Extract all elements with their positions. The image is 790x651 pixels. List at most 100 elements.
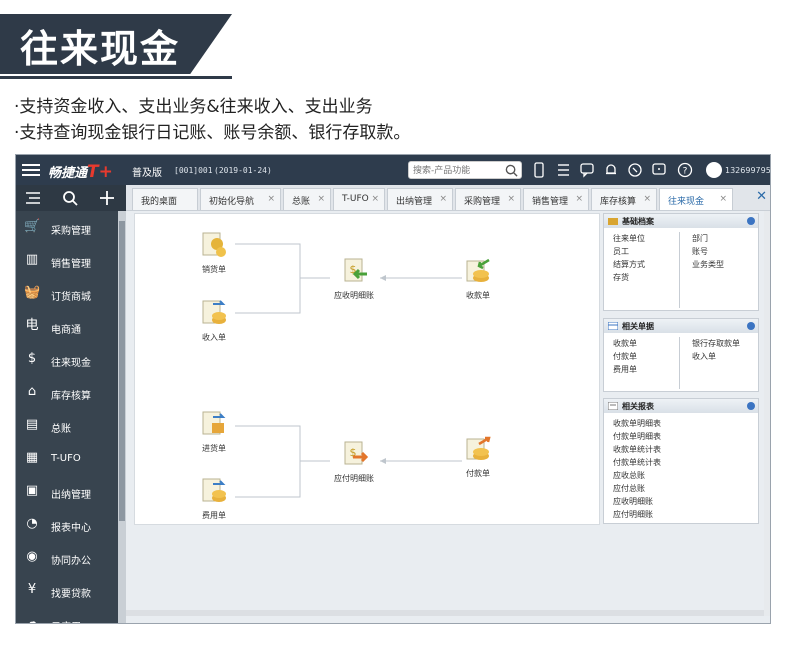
- sidebar-item[interactable]: 🛒 采购管理: [16, 211, 118, 244]
- sidebar-item[interactable]: ¥ 找要贷款: [16, 574, 118, 607]
- panel-link[interactable]: 往来单位: [613, 233, 645, 244]
- expense-order-node[interactable]: 费用单: [184, 476, 244, 521]
- purchase-order-node[interactable]: 进货单: [184, 409, 244, 454]
- sidebar-item[interactable]: ◉ 协同办公: [16, 541, 118, 574]
- message-icon[interactable]: [579, 162, 595, 178]
- avatar[interactable]: [706, 162, 722, 178]
- help-icon[interactable]: [747, 402, 755, 410]
- tab[interactable]: 往来现金 ×: [659, 188, 733, 210]
- sidebar-item[interactable]: 🧺 订货商城: [16, 277, 118, 310]
- panel-link[interactable]: 员工: [613, 246, 629, 257]
- panel-link[interactable]: 收款单: [613, 338, 637, 349]
- sidebar-item[interactable]: ▤ 总账: [16, 409, 118, 442]
- tab[interactable]: 初始化导航 ×: [200, 188, 281, 210]
- close-icon[interactable]: ×: [575, 194, 583, 204]
- panel-link[interactable]: 结算方式: [613, 259, 645, 270]
- tab[interactable]: 采购管理 ×: [455, 188, 521, 210]
- report-link[interactable]: 应收明细账: [613, 496, 653, 507]
- add-icon[interactable]: [98, 189, 116, 207]
- panel-link[interactable]: 费用单: [613, 364, 637, 375]
- receipt-order-node[interactable]: 收款单: [448, 256, 508, 301]
- panel-link[interactable]: 付款单: [613, 351, 637, 362]
- payable-detail-node[interactable]: $ 应付明细账: [324, 439, 384, 484]
- receipt-order-icon: [466, 258, 490, 282]
- income-order-node[interactable]: 收入单: [184, 298, 244, 343]
- svg-text:?: ?: [683, 167, 688, 177]
- sidebar-scrollbar[interactable]: [118, 211, 126, 623]
- close-icon[interactable]: ×: [507, 194, 515, 204]
- list-icon[interactable]: [555, 162, 571, 178]
- mobile-icon[interactable]: [531, 162, 547, 178]
- close-icon[interactable]: ×: [439, 194, 447, 204]
- tab-label: 销售管理: [532, 197, 569, 207]
- sidebar-item[interactable]: 电 电商通: [16, 310, 118, 343]
- sidebar-item[interactable]: $ 往来现金: [16, 343, 118, 376]
- flow-diagram: 销货单 收入单 $ 应收明细账 收款单 进货单 费用单 $ 应付明细账 付款单: [134, 213, 600, 525]
- tab[interactable]: 销售管理 ×: [523, 188, 589, 210]
- panel-link[interactable]: 银行存取款单: [692, 338, 740, 349]
- help-icon[interactable]: [747, 217, 755, 225]
- close-icon[interactable]: ×: [267, 194, 275, 204]
- tab-label: 初始化导航: [209, 197, 255, 207]
- report-link[interactable]: 应付明细账: [613, 509, 653, 520]
- panel-link[interactable]: 业务类型: [692, 259, 724, 270]
- chat-icon[interactable]: [651, 162, 667, 178]
- tab[interactable]: 总账 ×: [283, 188, 331, 210]
- search-input[interactable]: [413, 164, 503, 178]
- panel-header: 相关报表: [604, 399, 758, 413]
- close-all-icon[interactable]: ✕: [756, 189, 767, 204]
- panel-link[interactable]: 存货: [613, 272, 629, 283]
- tab[interactable]: 我的桌面: [132, 188, 198, 210]
- top-bar: 畅捷通T+ 普及版 [001]001 (2019-01-24) ? 132699…: [16, 155, 770, 185]
- report-link[interactable]: 应收总账: [613, 470, 645, 481]
- payment-order-icon: [466, 436, 491, 460]
- sidebar-item[interactable]: ⌂ 库存核算: [16, 376, 118, 409]
- warehouse-icon: ⌂: [27, 384, 37, 399]
- banner-title: 往来现金: [20, 27, 181, 71]
- sales-order-node[interactable]: 销货单: [184, 230, 244, 275]
- close-icon[interactable]: ×: [371, 194, 379, 204]
- sidebar-item-label: 库存核算: [51, 391, 91, 402]
- bell-icon[interactable]: [603, 162, 619, 178]
- payment-order-node[interactable]: 付款单: [448, 434, 508, 479]
- tab[interactable]: 库存核算 ×: [591, 188, 657, 210]
- collapse-menu-icon[interactable]: [25, 191, 41, 205]
- cloud-icon: ☁: [25, 615, 39, 624]
- app-logo: 畅捷通T+: [48, 162, 113, 182]
- search-box[interactable]: [408, 161, 522, 179]
- close-icon[interactable]: ×: [317, 194, 325, 204]
- pie-icon: ◔: [26, 516, 38, 531]
- report-link[interactable]: 付款单统计表: [613, 457, 661, 468]
- help-icon[interactable]: [747, 322, 755, 330]
- sidebar-item[interactable]: ☁ 云应用: [16, 607, 118, 624]
- horizontal-scrollbar[interactable]: [126, 610, 764, 616]
- sidebar-item[interactable]: ◔ 报表中心: [16, 508, 118, 541]
- help-icon[interactable]: ?: [677, 162, 693, 178]
- hamburger-menu-icon[interactable]: [22, 161, 40, 179]
- related-docs-panel: 相关单据 收款单 付款单 费用单 银行存取款单 收入单: [603, 318, 759, 392]
- income-order-icon: [202, 300, 226, 324]
- service-icon[interactable]: [627, 162, 643, 178]
- panel-link[interactable]: 账号: [692, 246, 708, 257]
- sidebar-item[interactable]: ▣ 出纳管理: [16, 475, 118, 508]
- search-icon[interactable]: [62, 190, 78, 206]
- close-icon[interactable]: ×: [643, 194, 651, 204]
- receivable-detail-node[interactable]: $ 应收明细账: [324, 256, 384, 301]
- main-scrollbar[interactable]: [764, 211, 770, 616]
- search-icon[interactable]: [505, 164, 518, 177]
- sidebar-item[interactable]: ▦ T-UFO: [16, 442, 118, 475]
- report-link[interactable]: 应付总账: [613, 483, 645, 494]
- tab[interactable]: T-UFO ×: [333, 188, 385, 210]
- report-link[interactable]: 收款单统计表: [613, 444, 661, 455]
- edition-label: 普及版: [132, 168, 162, 179]
- close-icon[interactable]: ×: [719, 194, 727, 204]
- dollar-icon: $: [27, 351, 37, 366]
- panel-link[interactable]: 部门: [692, 233, 708, 244]
- report-link[interactable]: 付款单明细表: [613, 431, 661, 442]
- description-line-2: ·支持查询现金银行日记账、账号余额、银行存取款。: [14, 123, 411, 143]
- sidebar-item[interactable]: ▥ 销售管理: [16, 244, 118, 277]
- related-reports-panel: 相关报表 收款单明细表 付款单明细表 收款单统计表 付款单统计表 应收总账应付总账应收明…: [603, 398, 759, 524]
- tab[interactable]: 出纳管理 ×: [387, 188, 453, 210]
- report-link[interactable]: 收款单明细表: [613, 418, 661, 429]
- panel-link[interactable]: 收入单: [692, 351, 716, 362]
